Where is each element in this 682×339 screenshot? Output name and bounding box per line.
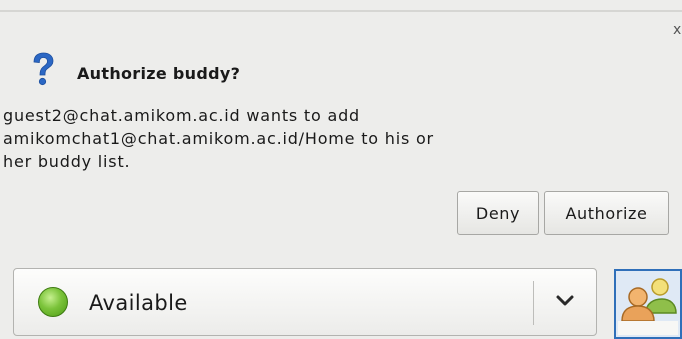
- combo-separator: [533, 281, 534, 325]
- deny-button[interactable]: Deny: [457, 191, 539, 235]
- available-status-icon: [38, 287, 68, 317]
- chevron-down-icon[interactable]: [555, 294, 575, 308]
- notification-title: Authorize buddy?: [77, 64, 241, 83]
- notification-message: guest2@chat.amikom.ac.id wants to add am…: [3, 106, 434, 171]
- authorize-button[interactable]: Authorize: [544, 191, 669, 235]
- buddy-avatar[interactable]: [614, 269, 682, 339]
- status-label: Available: [89, 291, 188, 315]
- close-icon[interactable]: x: [673, 22, 682, 38]
- question-icon: [33, 52, 54, 86]
- buddy-avatar-icon: [616, 271, 680, 337]
- status-selector[interactable]: Available: [13, 268, 597, 336]
